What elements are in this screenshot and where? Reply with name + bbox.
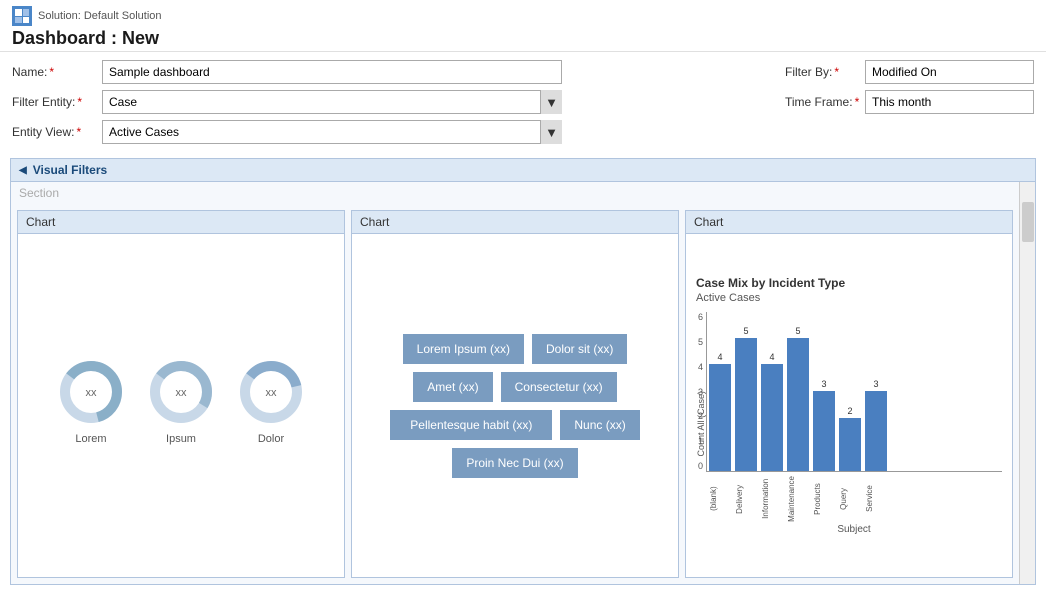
btn-row-1: Lorem Ipsum (xx) Dolor sit (xx) [403, 334, 628, 364]
x-label-delivery: Delivery [736, 476, 758, 522]
btn-row-2: Amet (xx) Consectetur (xx) [413, 372, 616, 402]
btn-consectetur[interactable]: Consectetur (xx) [501, 372, 617, 402]
chart-header-2: Chart [352, 211, 678, 234]
x-label-query: Query [840, 476, 862, 522]
collapse-arrow-icon[interactable]: ◀ [19, 165, 27, 176]
chart-panel-2: Chart Lorem Ipsum (xx) Dolor sit (xx) Am… [351, 210, 679, 578]
charts-container: Chart xx Lorem [11, 204, 1019, 584]
donut-label-3: Dolor [258, 433, 284, 445]
chart-body-2: Lorem Ipsum (xx) Dolor sit (xx) Amet (xx… [352, 234, 678, 577]
donut-svg-3: xx [236, 357, 306, 427]
donut-svg-2: xx [146, 357, 216, 427]
x-label-maintenance: Maintenance [788, 476, 810, 522]
donut-label-2: Ipsum [166, 433, 196, 445]
solution-label: Solution: Default Solution [12, 6, 1034, 26]
x-label-blank: (blank) [710, 476, 732, 522]
chart-panel-1: Chart xx Lorem [17, 210, 345, 578]
bar-blank: 4 [709, 352, 731, 471]
filter-entity-label: Filter Entity:* [12, 95, 102, 109]
btn-nunc[interactable]: Nunc (xx) [560, 410, 639, 440]
donut-2: xx Ipsum [146, 357, 216, 445]
name-input[interactable] [102, 60, 562, 84]
x-label-service: Service [866, 476, 888, 522]
top-bar: Solution: Default Solution Dashboard : N… [0, 0, 1046, 52]
scrollbar-thumb[interactable] [1022, 202, 1034, 242]
btn-row-3: Pellentesque habit (xx) Nunc (xx) [390, 410, 639, 440]
filter-by-label: Filter By:* [785, 65, 865, 79]
donut-3: xx Dolor [236, 357, 306, 445]
visual-filters-section: ◀ Visual Filters Section Chart [10, 158, 1036, 585]
bars-area: 0 1 2 3 4 5 6 [706, 312, 1002, 472]
donut-label-1: Lorem [75, 433, 106, 445]
name-label: Name:* [12, 65, 102, 79]
entity-view-label: Entity View:* [12, 125, 102, 139]
svg-text:xx: xx [266, 387, 278, 399]
x-labels: (blank) Delivery Information Maintenance… [706, 476, 1002, 522]
btn-proin[interactable]: Proin Nec Dui (xx) [452, 448, 577, 478]
chart-panel-3: Chart Case Mix by Incident Type Active C… [685, 210, 1013, 578]
entity-view-select-wrap: Active Cases ▼ [102, 120, 562, 144]
bar-products: 3 [813, 379, 835, 471]
bar-delivery: 5 [735, 326, 757, 471]
btn-row-4: Proin Nec Dui (xx) [452, 448, 577, 478]
filter-entity-select-wrap: Case ▼ [102, 90, 562, 114]
bar-chart-title: Case Mix by Incident Type [696, 276, 1002, 290]
svg-text:xx: xx [86, 387, 98, 399]
x-axis-title: Subject [706, 524, 1002, 535]
svg-text:xx: xx [176, 387, 188, 399]
bar-chart-subtitle: Active Cases [696, 292, 1002, 304]
entity-view-select[interactable]: Active Cases [102, 120, 562, 144]
time-frame-input[interactable] [865, 90, 1034, 114]
x-label-information: Information [762, 476, 784, 522]
btn-pellentesque[interactable]: Pellentesque habit (xx) [390, 410, 552, 440]
button-grid: Lorem Ipsum (xx) Dolor sit (xx) Amet (xx… [390, 244, 639, 567]
visual-filters-title: Visual Filters [33, 163, 107, 177]
donut-1: xx Lorem [56, 357, 126, 445]
solution-icon [12, 6, 32, 26]
form-area: Name:* Filter By:* Filter Entity:* Case … [0, 52, 1046, 158]
time-frame-label: Time Frame:* [785, 95, 865, 109]
chart-header-3: Chart [686, 211, 1012, 234]
bar-maintenance: 5 [787, 326, 809, 471]
donut-svg-1: xx [56, 357, 126, 427]
chart-body-1: xx Lorem xx Ipsum [18, 234, 344, 577]
time-frame-area: Time Frame:* [785, 90, 1034, 114]
scrollbar[interactable] [1019, 182, 1035, 584]
visual-filters-header: ◀ Visual Filters [11, 159, 1035, 182]
chart-header-1: Chart [18, 211, 344, 234]
donut-row: xx Lorem xx Ipsum [56, 357, 306, 445]
btn-lorem-ipsum[interactable]: Lorem Ipsum (xx) [403, 334, 524, 364]
filter-by-input[interactable] [865, 60, 1034, 84]
section-label: Section [11, 182, 1019, 204]
page-title: Dashboard : New [12, 28, 1034, 49]
filter-by-area: Filter By:* [785, 60, 1034, 84]
x-label-products: Products [814, 476, 836, 522]
bar-chart: Case Mix by Incident Type Active Cases C… [692, 272, 1006, 539]
bar-query: 2 [839, 406, 861, 471]
bar-service: 3 [865, 379, 887, 471]
btn-dolor-sit[interactable]: Dolor sit (xx) [532, 334, 627, 364]
bar-information: 4 [761, 352, 783, 471]
chart-body-3: Case Mix by Incident Type Active Cases C… [686, 234, 1012, 577]
filter-entity-select[interactable]: Case [102, 90, 562, 114]
btn-amet[interactable]: Amet (xx) [413, 372, 492, 402]
